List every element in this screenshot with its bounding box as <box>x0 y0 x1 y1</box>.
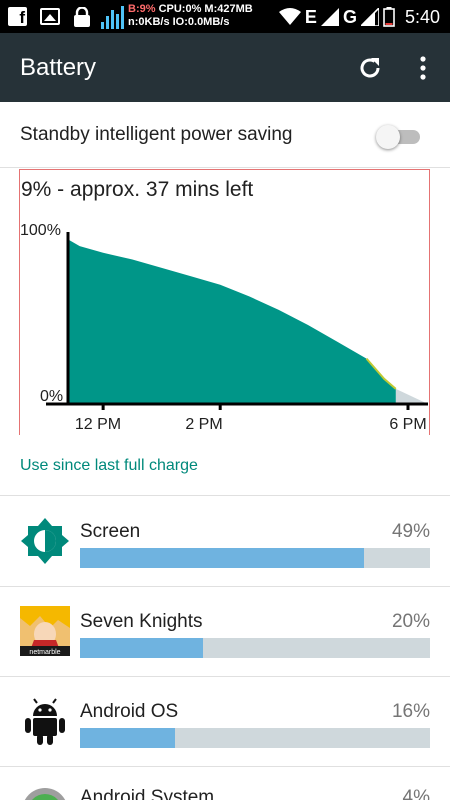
usage-name: Screen <box>80 521 141 542</box>
x-tick-label-12pm: 12 PM <box>75 416 121 433</box>
x-tick-label-6pm: 6 PM <box>389 416 426 433</box>
usage-name: Android OS <box>80 701 179 722</box>
usage-percent: 49% <box>391 521 430 542</box>
usage-bar <box>80 728 430 748</box>
y-tick-label-100: 100% <box>20 222 61 239</box>
y-tick-label-0: 0% <box>40 388 63 405</box>
usage-bar-fill <box>80 548 364 568</box>
usage-row-android-system[interactable]: Android System 4% <box>0 766 450 800</box>
usage-name: Seven Knights <box>80 611 203 632</box>
usage-bar <box>80 638 430 658</box>
seven-knights-app-icon: netmarble <box>20 606 70 656</box>
screen-brightness-icon <box>21 518 69 564</box>
x-tick-label-2pm: 2 PM <box>185 416 222 433</box>
usage-bar-fill <box>80 728 175 748</box>
use-since-last-full-charge-link[interactable]: Use since last full charge <box>20 457 198 475</box>
usage-name: Android System <box>80 787 215 800</box>
battery-level-area <box>68 239 396 404</box>
usage-row-android-os[interactable]: Android OS 16% <box>0 676 450 766</box>
usage-bar-fill <box>80 638 203 658</box>
svg-text:netmarble: netmarble <box>29 649 60 656</box>
usage-row-seven-knights[interactable]: netmarble Seven Knights 20% <box>0 586 450 676</box>
battery-history-chart: 100% 0% 12 PM 2 PM 6 PM <box>20 222 428 433</box>
usage-percent: 16% <box>391 701 430 722</box>
usage-percent: 20% <box>391 611 430 632</box>
usage-percent: 4% <box>402 787 430 800</box>
android-system-icon <box>24 788 66 800</box>
battery-projection-area <box>395 388 428 404</box>
usage-row-screen[interactable]: Screen 49% <box>0 496 450 586</box>
android-icon <box>25 698 65 745</box>
usage-bar <box>80 548 430 568</box>
